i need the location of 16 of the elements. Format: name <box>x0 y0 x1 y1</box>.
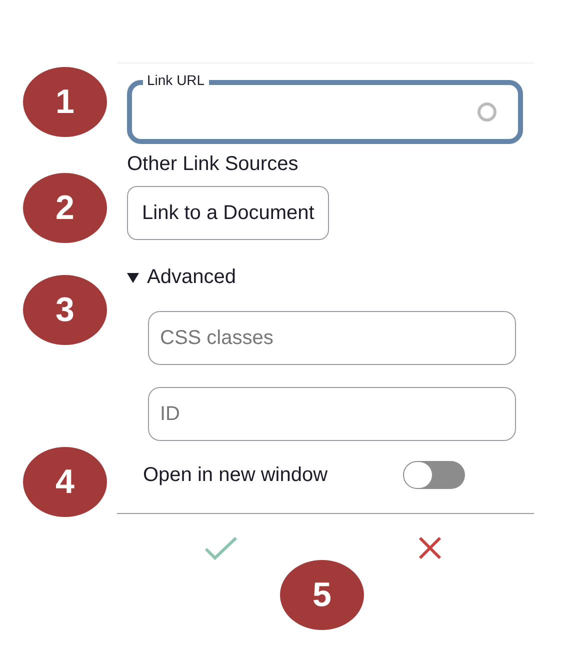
text-field[interactable]: CSS classes <box>148 311 516 365</box>
link-document-button[interactable]: Link to a Document <box>127 186 330 240</box>
callout-badge: 2 <box>23 173 107 243</box>
field-label: Link URL <box>143 72 209 88</box>
callout-badge: 3 <box>23 275 107 345</box>
toggle-label: Open in new window <box>143 464 329 486</box>
advanced-toggle[interactable]: Advanced <box>127 266 236 289</box>
checkmark-icon <box>204 536 238 560</box>
callout-badge: 1 <box>23 67 107 137</box>
callout-badge: 4 <box>23 447 107 517</box>
close-icon <box>418 536 442 560</box>
section-heading: Other Link Sources <box>127 152 300 176</box>
advanced-label: Advanced <box>147 266 236 289</box>
toggle-switch[interactable] <box>403 461 465 489</box>
callout-badge: 5 <box>280 560 364 630</box>
text-field[interactable]: ID <box>148 387 516 441</box>
